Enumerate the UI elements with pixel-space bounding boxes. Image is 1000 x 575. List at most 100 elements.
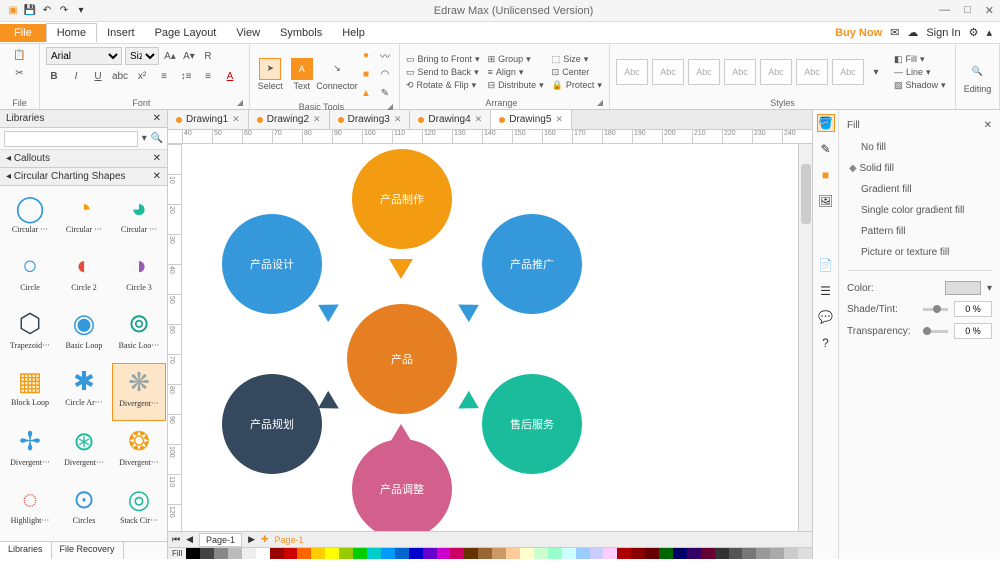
color-swatch[interactable] <box>756 548 770 559</box>
color-swatch[interactable] <box>311 548 325 559</box>
strike-icon[interactable]: abc <box>112 68 128 84</box>
color-swatch[interactable] <box>715 548 729 559</box>
cut-icon[interactable]: ✂ <box>12 65 28 81</box>
group-button[interactable]: ⊞ Group ▾ <box>488 54 544 65</box>
tab-home[interactable]: Home <box>46 23 97 42</box>
underline-icon[interactable]: U <box>90 68 106 84</box>
fill-panel-close-icon[interactable]: ✕ <box>984 120 992 131</box>
increase-font-icon[interactable]: A▴ <box>162 48 178 64</box>
tab-insert[interactable]: Insert <box>97 24 145 42</box>
color-swatch[interactable] <box>562 548 576 559</box>
tab-page-layout[interactable]: Page Layout <box>145 24 227 42</box>
style-preset-1[interactable]: Abc <box>616 59 648 85</box>
size-button[interactable]: ⬚ Size ▾ <box>552 54 602 65</box>
color-swatch[interactable] <box>367 548 381 559</box>
shape-item[interactable]: ◯Circular ··· <box>4 190 56 246</box>
shape-item[interactable]: ❂Divergent··· <box>112 423 166 479</box>
shape-item[interactable]: ○Circle <box>4 248 56 304</box>
qat-more-icon[interactable]: ▾ <box>74 4 88 18</box>
image-tool-icon[interactable]: 🖼 <box>817 192 835 210</box>
shape-item[interactable]: ◑Circle 3 <box>112 248 166 304</box>
color-swatch[interactable] <box>381 548 395 559</box>
close-button[interactable]: ✕ <box>985 4 994 17</box>
color-swatch[interactable] <box>645 548 659 559</box>
node-center[interactable]: 产品 <box>347 304 457 414</box>
color-swatch[interactable] <box>409 548 423 559</box>
connector-tool[interactable]: ↘Connector <box>319 58 355 91</box>
color-swatch[interactable] <box>701 548 715 559</box>
canvas[interactable]: 产品 产品制作 产品推广 售后服务 产品调整 产品规划 产品设计 <box>182 144 798 531</box>
style-preset-7[interactable]: Abc <box>832 59 864 85</box>
shape-item[interactable]: ⊙Circles <box>58 481 110 537</box>
paste-icon[interactable]: 📋 <box>12 47 28 63</box>
node-northeast[interactable]: 产品推广 <box>482 214 582 314</box>
color-swatch[interactable] <box>395 548 409 559</box>
doc-tab[interactable]: Drawing3✕ <box>330 110 411 129</box>
color-swatch[interactable] <box>200 548 214 559</box>
color-swatch[interactable] <box>325 548 339 559</box>
color-swatch[interactable] <box>631 548 645 559</box>
shadow-dropdown[interactable]: ▨ Shadow ▾ <box>894 80 946 91</box>
node-southwest[interactable]: 产品规划 <box>222 374 322 474</box>
shape-item[interactable]: ◎Stack Cir··· <box>112 481 166 537</box>
node-south[interactable]: 产品调整 <box>352 439 452 531</box>
color-swatch[interactable] <box>673 548 687 559</box>
color-swatch[interactable] <box>729 548 743 559</box>
circular-close-icon[interactable]: ✕ <box>153 171 161 182</box>
color-swatch[interactable] <box>284 548 298 559</box>
maximize-button[interactable]: □ <box>964 4 971 17</box>
line-dropdown[interactable]: — Line ▾ <box>894 67 946 78</box>
shape-item[interactable]: ✢Divergent··· <box>4 423 56 479</box>
callouts-close-icon[interactable]: ✕ <box>153 153 161 164</box>
color-swatch[interactable] <box>297 548 311 559</box>
color-swatch[interactable] <box>742 548 756 559</box>
color-picker[interactable] <box>945 281 981 295</box>
shape-arc-icon[interactable]: ◠ <box>377 66 393 82</box>
tab-file-recovery[interactable]: File Recovery <box>52 542 124 559</box>
shape-line-icon[interactable]: ● <box>358 47 374 63</box>
shape-item[interactable]: ❋Divergent··· <box>112 363 166 421</box>
color-swatch[interactable] <box>687 548 701 559</box>
opt-pattern-fill[interactable]: Pattern fill <box>847 224 992 239</box>
page-tab-1b[interactable]: Page-1 <box>275 535 304 545</box>
file-menu[interactable]: File <box>0 24 46 42</box>
send-to-back[interactable]: ▭ Send to Back ▾ <box>406 67 480 78</box>
transparency-value[interactable] <box>954 323 992 339</box>
node-southeast[interactable]: 售后服务 <box>482 374 582 474</box>
color-swatch[interactable] <box>770 548 784 559</box>
style-preset-2[interactable]: Abc <box>652 59 684 85</box>
style-preset-4[interactable]: Abc <box>724 59 756 85</box>
shape-item[interactable]: ◌Highlight··· <box>4 481 56 537</box>
opt-solid-fill[interactable]: Solid fill <box>847 161 992 176</box>
color-swatch[interactable] <box>784 548 798 559</box>
color-swatch[interactable] <box>450 548 464 559</box>
line-tool-icon[interactable]: ✎ <box>817 140 835 158</box>
search-dropdown-icon[interactable]: ▾ <box>140 131 149 147</box>
color-swatch[interactable] <box>659 548 673 559</box>
comment-tool-icon[interactable]: 💬 <box>817 308 835 326</box>
share-icon[interactable]: ✉ <box>890 26 899 39</box>
shape-item[interactable]: ▦Block Loop <box>4 363 56 421</box>
color-swatch[interactable] <box>520 548 534 559</box>
color-swatch[interactable] <box>576 548 590 559</box>
style-preset-6[interactable]: Abc <box>796 59 828 85</box>
color-swatch[interactable] <box>256 548 270 559</box>
editing-button[interactable]: 🔍Editing <box>962 61 993 94</box>
bold-icon[interactable]: B <box>46 68 62 84</box>
italic-icon[interactable]: I <box>68 68 84 84</box>
cloud-icon[interactable]: ☁ <box>907 26 918 39</box>
color-swatch[interactable] <box>603 548 617 559</box>
libraries-close-icon[interactable]: ✕ <box>153 113 161 124</box>
highlight-icon[interactable]: x² <box>134 68 150 84</box>
transparency-slider[interactable] <box>923 330 948 333</box>
minimize-button[interactable]: — <box>939 4 950 17</box>
shape-pen-icon[interactable]: ▲ <box>358 85 374 101</box>
redo-icon[interactable]: ↷ <box>57 4 71 18</box>
color-swatch[interactable] <box>798 548 812 559</box>
shape-item[interactable]: ⊚Basic Loo··· <box>112 306 166 362</box>
shape-item[interactable]: ◔Circular ··· <box>58 190 110 246</box>
opt-gradient-fill[interactable]: Gradient fill <box>847 182 992 197</box>
line-spacing-icon[interactable]: ↕≡ <box>178 68 194 84</box>
shape-tool-icon[interactable]: ■ <box>817 166 835 184</box>
save-icon[interactable]: 💾 <box>23 4 37 18</box>
